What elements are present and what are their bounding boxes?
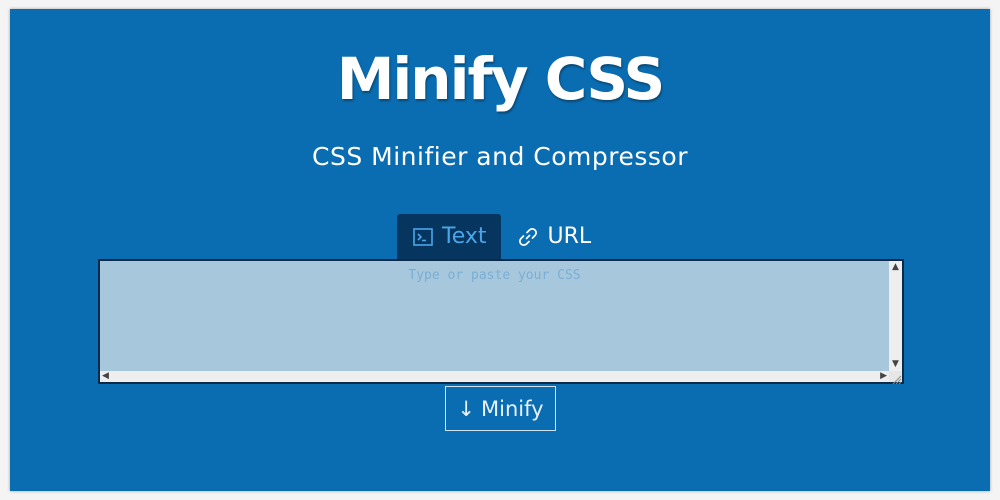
site-logo: Minify CSS <box>336 45 666 113</box>
tab-text[interactable]: Text <box>397 214 501 259</box>
vertical-scrollbar[interactable]: ▲ ▼ <box>889 261 902 371</box>
input-mode-tabs: Text URL <box>397 214 605 259</box>
terminal-icon <box>413 227 433 246</box>
tab-text-label: Text <box>442 224 487 249</box>
minify-button-label: Minify <box>481 396 544 421</box>
tab-url-label: URL <box>547 224 592 249</box>
link-icon <box>517 226 539 248</box>
main-panel: Minify CSS CSS Minifier and Compressor T… <box>10 9 990 491</box>
arrow-down-icon: ↓ <box>457 396 476 421</box>
resize-handle-icon[interactable] <box>889 371 902 385</box>
scroll-left-icon[interactable]: ◀ <box>102 372 109 381</box>
scroll-down-icon[interactable]: ▼ <box>892 360 899 369</box>
css-input-box: ▲ ▼ ◀ ▶ <box>98 259 904 385</box>
horizontal-scrollbar[interactable]: ◀ ▶ <box>100 371 889 382</box>
scroll-right-icon[interactable]: ▶ <box>880 372 887 381</box>
minify-button[interactable]: ↓ Minify <box>445 386 556 431</box>
css-input-textarea[interactable] <box>100 261 889 371</box>
tab-url[interactable]: URL <box>501 214 606 259</box>
scroll-up-icon[interactable]: ▲ <box>892 263 899 272</box>
page-subtitle: CSS Minifier and Compressor <box>312 142 688 171</box>
